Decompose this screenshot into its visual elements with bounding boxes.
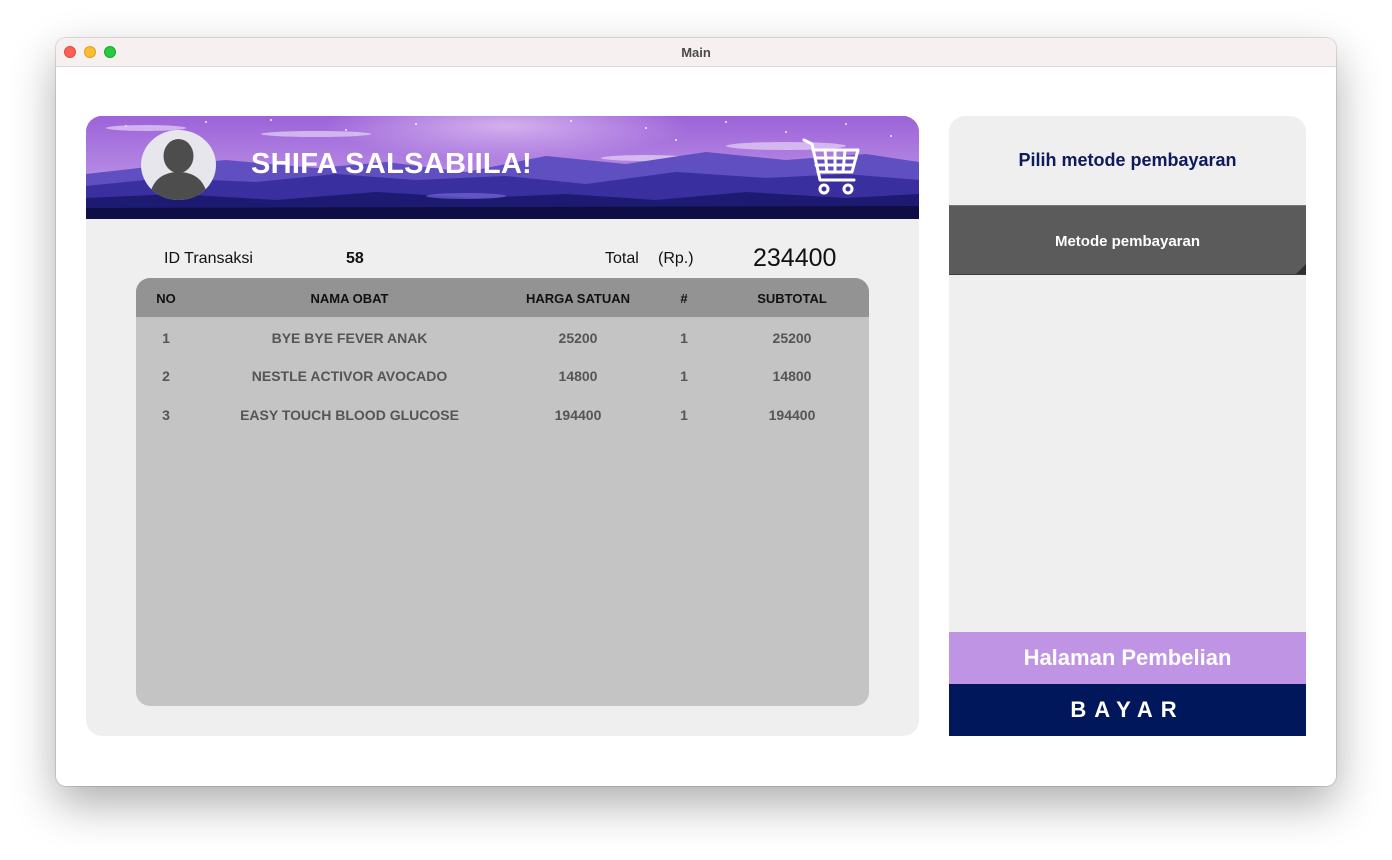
column-header-subtotal[interactable]: SUBTOTAL (722, 291, 862, 306)
cell-subtotal: 25200 (772, 330, 812, 346)
minimize-window-button[interactable] (84, 46, 96, 58)
transaction-id-value: 58 (346, 250, 364, 267)
cell-subtotal: 14800 (772, 368, 812, 384)
column-header-name[interactable]: NAMA OBAT (216, 291, 483, 306)
cell-name: EASY TOUCH BLOOD GLUCOSE (240, 407, 459, 423)
cell-price: 194400 (554, 407, 602, 423)
cell-subtotal: 194400 (768, 407, 816, 423)
cell-qty: 1 (680, 330, 688, 346)
purchase-page-button[interactable]: Halaman Pembelian (949, 632, 1306, 684)
cell-name: NESTLE ACTIVOR AVOCADO (251, 368, 448, 384)
cell-no: 1 (162, 330, 170, 346)
close-window-button[interactable] (64, 46, 76, 58)
profile-banner: SHIFA SALSABIILA! (86, 116, 919, 219)
window-controls (64, 46, 116, 58)
user-greeting: SHIFA SALSABIILA! (251, 148, 533, 180)
payment-method-dropdown[interactable]: Metode pembayaran (949, 205, 1306, 275)
main-window: Main SHIFA SALSABIILA! ID Transaksi 58 T… (56, 38, 1336, 786)
total-value: 234400 (753, 244, 837, 272)
column-header-qty[interactable]: # (664, 291, 704, 306)
total-label: Total (605, 250, 639, 267)
user-avatar (141, 130, 216, 200)
pay-button[interactable]: BAYAR (949, 684, 1306, 736)
column-header-no[interactable]: NO (136, 291, 196, 306)
window-title: Main (681, 44, 711, 60)
payment-heading: Pilih metode pembayaran (1018, 150, 1237, 170)
cell-no: 2 (162, 368, 170, 384)
payment-method-label: Metode pembayaran (1054, 233, 1201, 250)
title-bar: Main (56, 38, 1336, 67)
table-row[interactable]: 3 EASY TOUCH BLOOD GLUCOSE 194400 1 1944… (136, 395, 869, 433)
transaction-card: SHIFA SALSABIILA! ID Transaksi 58 Total … (86, 116, 919, 736)
cell-qty: 1 (680, 407, 688, 423)
cell-price: 14800 (558, 368, 598, 384)
payment-panel: Pilih metode pembayaran Metode pembayara… (949, 116, 1306, 736)
order-table[interactable]: NO NAMA OBAT HARGA SATUAN # SUBTOTAL 1 B… (136, 278, 869, 706)
table-header: NO NAMA OBAT HARGA SATUAN # SUBTOTAL (136, 278, 869, 317)
currency-label: (Rp.) (658, 250, 694, 267)
cell-qty: 1 (680, 368, 688, 384)
user-silhouette-icon (149, 139, 208, 200)
column-header-price[interactable]: HARGA SATUAN (508, 291, 648, 306)
dropdown-corner-icon (1296, 264, 1306, 274)
table-row[interactable]: 2 NESTLE ACTIVOR AVOCADO 14800 1 14800 (136, 356, 869, 394)
cell-price: 25200 (558, 330, 598, 346)
cell-name: BYE BYE FEVER ANAK (271, 330, 428, 346)
table-row[interactable]: 1 BYE BYE FEVER ANAK 25200 1 25200 (136, 318, 869, 356)
cell-no: 3 (162, 407, 170, 423)
transaction-id-label: ID Transaksi (164, 250, 253, 267)
maximize-window-button[interactable] (104, 46, 116, 58)
